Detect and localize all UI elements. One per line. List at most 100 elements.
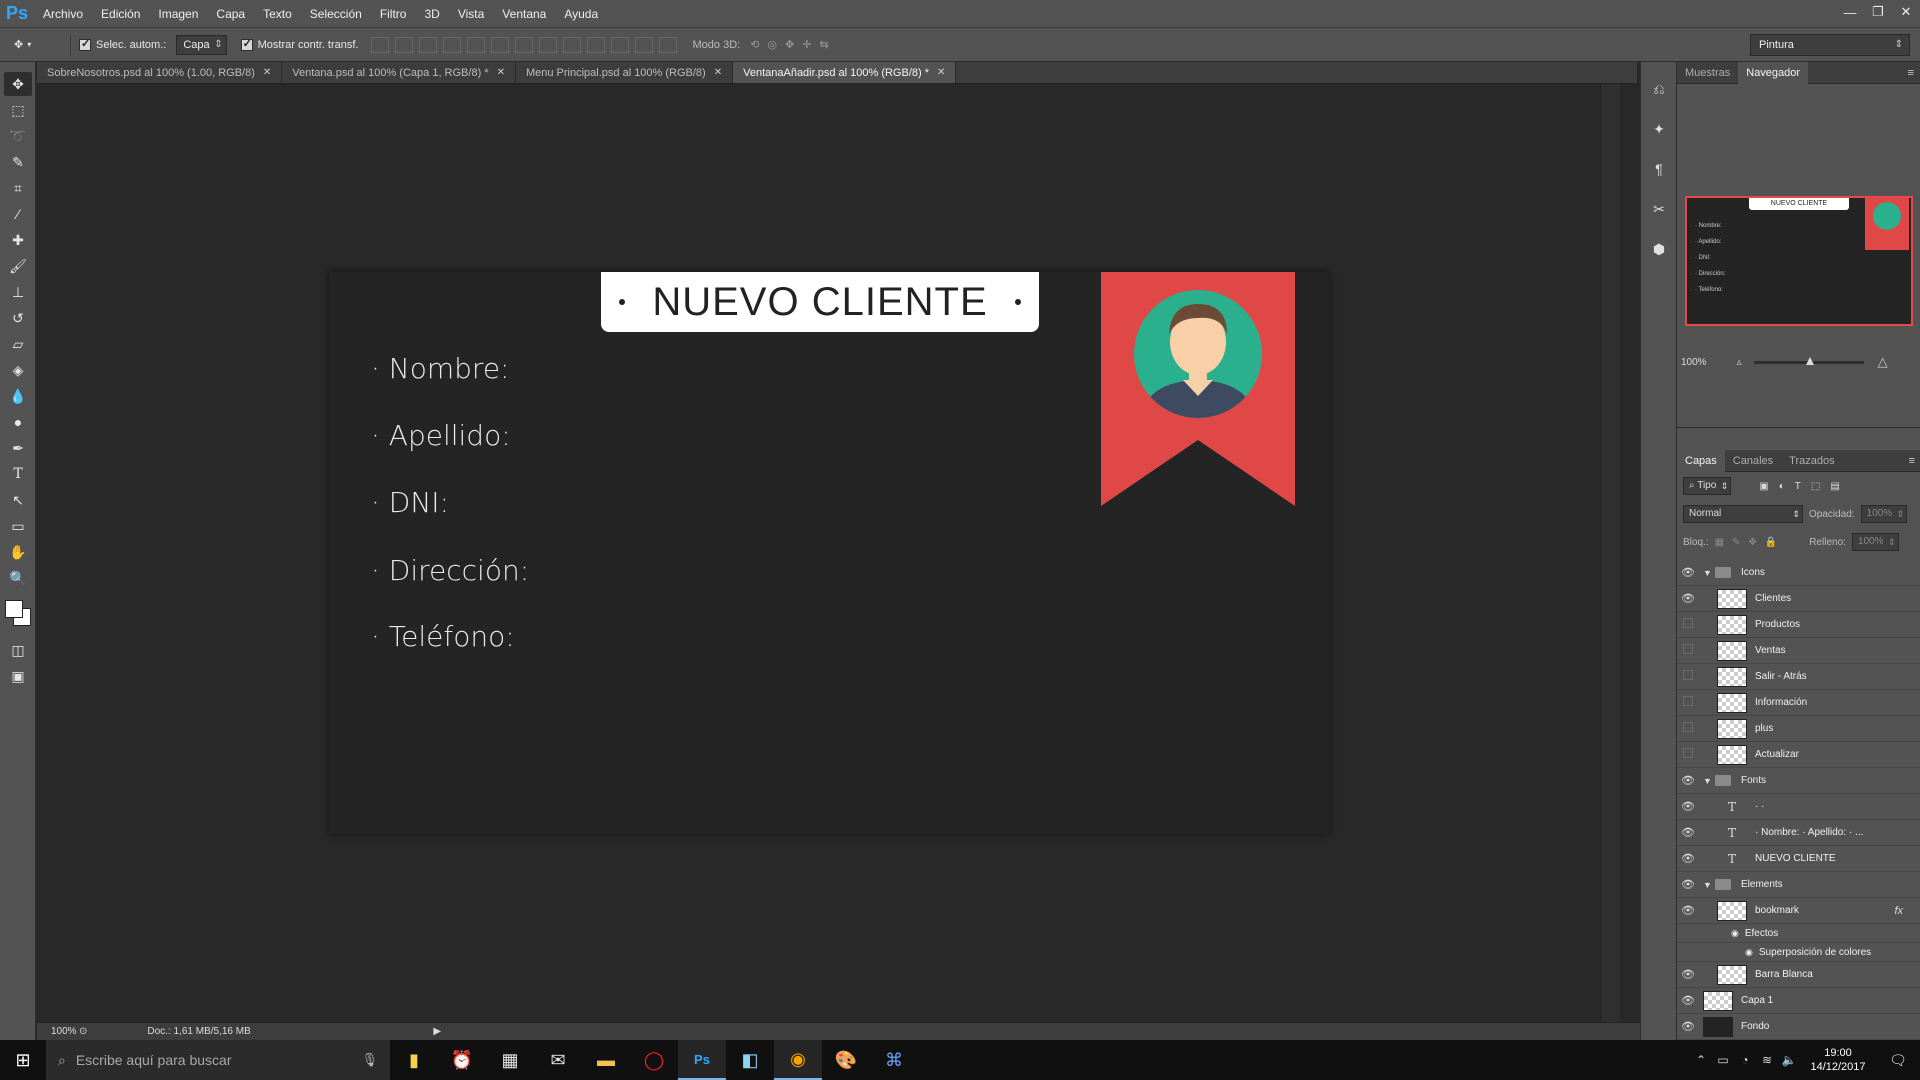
fill-input[interactable]: 100%: [1851, 533, 1899, 551]
auto-align-icon[interactable]: [658, 36, 677, 53]
expand-arrow-icon[interactable]: ▼: [1703, 880, 1715, 890]
eye-icon[interactable]: 👁: [1677, 878, 1699, 891]
healing-tool-icon[interactable]: ✚: [4, 228, 32, 252]
visibility-toggle[interactable]: [1677, 748, 1699, 761]
shape-tool-icon[interactable]: ▭: [4, 514, 32, 538]
brush-presets-icon[interactable]: ✦: [1646, 116, 1672, 142]
layer-row[interactable]: Salir - Atrás: [1677, 664, 1920, 690]
document-tab[interactable]: VentanaAñadir.psd al 100% (RGB/8) * ✕: [733, 62, 957, 84]
layer-row[interactable]: 👁 Clientes: [1677, 586, 1920, 612]
status-menu-icon[interactable]: ▶: [433, 1026, 441, 1037]
menu-item[interactable]: Capa: [207, 0, 254, 28]
layer-row[interactable]: 👁 ▼ Elements: [1677, 872, 1920, 898]
screen-mode-icon[interactable]: ▣: [4, 664, 32, 688]
document-tab[interactable]: Menu Principal.psd al 100% (RGB/8) ✕: [516, 62, 734, 84]
layer-row[interactable]: 👁 T · ·: [1677, 794, 1920, 820]
visibility-toggle[interactable]: [1677, 670, 1699, 683]
menu-item[interactable]: Selección: [301, 0, 371, 28]
notepad-icon[interactable]: ◧: [726, 1040, 774, 1080]
layer-row[interactable]: 👁 ▼ Fonts: [1677, 768, 1920, 794]
panel-menu-icon[interactable]: ≡: [1908, 67, 1920, 79]
microphone-icon[interactable]: 🎙: [361, 1052, 378, 1068]
close-icon[interactable]: ✕: [937, 62, 945, 84]
paint-bucket-tool-icon[interactable]: ◈: [4, 358, 32, 382]
layer-filter-dropdown[interactable]: ⌕ Tipo: [1683, 477, 1732, 495]
close-icon[interactable]: ✕: [1892, 0, 1920, 24]
navigator-preview[interactable]: NUEVO CLIENTE · Nombre: · Apellido: · DN…: [1685, 196, 1913, 326]
stamp-tool-icon[interactable]: ⊥: [4, 280, 32, 304]
eye-icon[interactable]: 👁: [1677, 800, 1699, 813]
tool-presets-icon[interactable]: ✂: [1646, 196, 1672, 222]
distribute-top-icon[interactable]: [514, 36, 533, 53]
layer-row[interactable]: plus: [1677, 716, 1920, 742]
type-tool-icon[interactable]: T: [4, 462, 32, 486]
menu-item[interactable]: Edición: [92, 0, 149, 28]
mail-icon[interactable]: ✉: [534, 1040, 582, 1080]
windows-start-icon[interactable]: ⊞: [0, 1040, 46, 1080]
layer-row[interactable]: 👁 Barra Blanca: [1677, 962, 1920, 988]
artboard[interactable]: NUEVO CLIENTE · Nombre: · Apellido: · DN…: [329, 272, 1329, 834]
close-icon[interactable]: ✕: [714, 62, 722, 84]
taskbar-search[interactable]: ⌕ Escribe aquí para buscar 🎙: [46, 1040, 390, 1080]
menu-item[interactable]: Archivo: [34, 0, 92, 28]
menu-item[interactable]: Vista: [449, 0, 493, 28]
align-bottom-icon[interactable]: [418, 36, 437, 53]
quick-mask-icon[interactable]: ◫: [4, 638, 32, 662]
eye-icon[interactable]: 👁: [1677, 904, 1699, 917]
move-tool-preset[interactable]: ✥ ▾: [14, 32, 62, 58]
opera-icon[interactable]: ◯: [630, 1040, 678, 1080]
eye-icon[interactable]: 👁: [1677, 774, 1699, 787]
align-vcenter-icon[interactable]: [394, 36, 413, 53]
3d-icon[interactable]: ⬢: [1646, 236, 1672, 262]
layer-row[interactable]: 👁 T · Nombre: · Apellido: · ...: [1677, 820, 1920, 846]
chevron-up-icon[interactable]: ⌃: [1690, 1053, 1712, 1067]
eye-icon[interactable]: 👁: [1677, 1020, 1699, 1033]
wifi-icon[interactable]: ≋: [1756, 1053, 1778, 1067]
layer-row[interactable]: 👁 ▼ Icons: [1677, 560, 1920, 586]
blur-tool-icon[interactable]: 💧: [4, 384, 32, 408]
3d-mode-icons[interactable]: ⟲◎✥✛⇆: [750, 38, 836, 51]
show-transform-checkbox[interactable]: [240, 37, 253, 51]
menu-item[interactable]: Ventana: [493, 0, 555, 28]
document-tab[interactable]: Ventana.psd al 100% (Capa 1, RGB/8) * ✕: [282, 62, 516, 83]
canvas-area[interactable]: NUEVO CLIENTE · Nombre: · Apellido: · DN…: [37, 84, 1637, 1026]
layer-row[interactable]: ◉ Superposición de colores: [1677, 943, 1920, 962]
workspace-dropdown[interactable]: Pintura: [1750, 34, 1910, 56]
zoom-in-icon[interactable]: △: [1878, 354, 1888, 370]
auto-select-dropdown[interactable]: Capa: [176, 34, 227, 55]
tab-capas[interactable]: Capas: [1677, 449, 1725, 472]
dodge-tool-icon[interactable]: ●: [4, 410, 32, 434]
alarm-icon[interactable]: ⏰: [438, 1040, 486, 1080]
crop-tool-icon[interactable]: ⌗: [4, 176, 32, 200]
expand-arrow-icon[interactable]: ▼: [1703, 568, 1715, 578]
align-right-icon[interactable]: [490, 36, 509, 53]
sticky-notes-icon[interactable]: ▮: [390, 1040, 438, 1080]
restore-icon[interactable]: ❐: [1864, 0, 1892, 24]
zoom-slider-handle[interactable]: [1805, 356, 1814, 365]
battery-icon[interactable]: ▭: [1712, 1053, 1734, 1067]
tab-muestras[interactable]: Muestras: [1677, 62, 1738, 84]
zoom-level[interactable]: 100%: [37, 1026, 77, 1037]
minimize-icon[interactable]: —: [1836, 0, 1864, 24]
share-icon[interactable]: ⊙: [79, 1026, 87, 1037]
menu-item[interactable]: Ayuda: [555, 0, 607, 28]
layer-row[interactable]: Información: [1677, 690, 1920, 716]
menu-item[interactable]: 3D: [415, 0, 448, 28]
eye-icon[interactable]: 👁: [1677, 852, 1699, 865]
clock[interactable]: 19:00 14/12/2017: [1800, 1046, 1876, 1074]
layer-row[interactable]: ◉ Efectos: [1677, 924, 1920, 943]
distribute-left-icon[interactable]: [586, 36, 605, 53]
layer-row[interactable]: Productos: [1677, 612, 1920, 638]
lasso-tool-icon[interactable]: ➰: [4, 124, 32, 148]
menu-item[interactable]: Filtro: [371, 0, 416, 28]
document-tab[interactable]: SobreNosotros.psd al 100% (1.00, RGB/8) ✕: [37, 62, 283, 83]
distribute-bottom-icon[interactable]: [562, 36, 581, 53]
paragraph-icon[interactable]: ¶: [1646, 156, 1672, 182]
tab-trazados[interactable]: Trazados: [1781, 450, 1842, 472]
notification-icon[interactable]: 🗨: [1876, 1052, 1920, 1069]
auto-select-checkbox[interactable]: [79, 37, 91, 51]
history-icon[interactable]: ⎌: [1646, 76, 1672, 102]
move-tool-icon[interactable]: ✥: [4, 72, 32, 96]
close-icon[interactable]: ✕: [497, 62, 505, 84]
menu-item[interactable]: Texto: [254, 0, 301, 28]
